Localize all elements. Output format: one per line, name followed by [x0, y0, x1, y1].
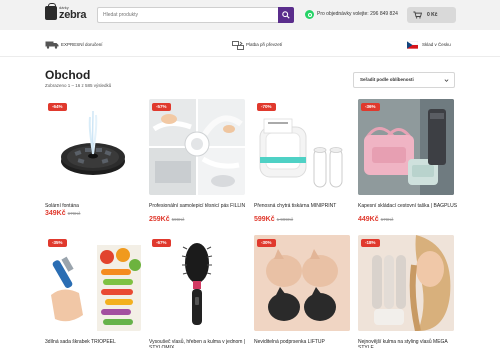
product-name[interactable]: Kapesní skládací cestovní taška | BAGPLU…	[358, 203, 458, 209]
truck-icon	[45, 41, 59, 49]
czech-flag-icon	[407, 41, 418, 49]
whatsapp-icon	[305, 10, 314, 19]
benefit-payment-label: Platba při převzetí	[246, 42, 283, 47]
shopping-bag-icon	[45, 3, 57, 20]
discount-badge: -64%	[48, 103, 67, 111]
old-price: 1 999Kč	[276, 217, 294, 222]
benefit-warehouse-label: Sklad v Česku	[422, 42, 451, 47]
discount-badge: -57%	[152, 103, 171, 111]
sort-label: Seřadit podle oblíbenosti	[360, 77, 414, 82]
product-image[interactable]: -18%	[358, 235, 454, 331]
product-photo	[358, 99, 454, 195]
results-count: Zobrazeno 1 – 16 z 585 výsledků	[45, 83, 112, 88]
sort-select[interactable]: Seřadit podle oblíbenosti	[353, 72, 455, 88]
logo-text: zebra	[59, 9, 87, 21]
product-price: 449Kč 679Kč	[358, 216, 393, 223]
discount-badge: -36%	[361, 103, 380, 111]
page-title: Obchod	[45, 68, 91, 82]
product-name[interactable]: Neviditelná podprsenka LIFTUP	[254, 339, 354, 345]
phone-text: Pro objednávky volejte: 296 849 824	[317, 11, 398, 17]
current-price: 599Kč	[254, 216, 275, 223]
product-photo	[259, 118, 343, 188]
search-bar	[97, 7, 294, 23]
discount-badge: -35%	[48, 239, 67, 247]
product-image[interactable]: -57%	[149, 99, 245, 195]
benefit-delivery-label: EXPRESNÍ doručení	[61, 42, 103, 47]
product-name[interactable]: 3dílná sada škrabek TRIOPEEL	[45, 339, 145, 345]
product-photo	[181, 243, 213, 325]
product-photo	[61, 110, 125, 175]
header-divider	[0, 56, 500, 57]
discount-badge: -18%	[361, 239, 380, 247]
product-price: 349Kč 979Kč	[45, 210, 80, 217]
search-button[interactable]	[278, 7, 294, 23]
discount-badge: -30%	[257, 239, 276, 247]
exchange-icon	[232, 41, 244, 50]
product-image[interactable]: -30%	[254, 235, 350, 331]
cart-icon	[413, 11, 422, 19]
product-photo	[149, 99, 245, 195]
product-photo	[358, 235, 454, 331]
benefits-bar: EXPRESNÍ doručení Platba při převzetí Sk…	[0, 36, 500, 54]
product-photo	[51, 245, 141, 331]
site-logo[interactable]: dárky zebra	[45, 3, 87, 24]
chevron-down-icon	[444, 79, 449, 82]
product-name[interactable]: Přenosná chytrá tiskárna MINIPRINT	[254, 203, 354, 209]
top-header: dárky zebra Pro objednávky volejte: 296 …	[0, 0, 500, 30]
old-price: 679Kč	[380, 217, 394, 222]
product-image[interactable]: -64%	[45, 99, 141, 195]
product-price: 599Kč 1 999Kč	[254, 216, 293, 223]
cart-button[interactable]: 0 Kč	[407, 7, 456, 23]
current-price: 259Kč	[149, 216, 170, 223]
product-image[interactable]: -67%	[149, 235, 245, 331]
product-name[interactable]: Solární fontána	[45, 203, 145, 209]
current-price: 349Kč	[45, 210, 66, 217]
product-name[interactable]: Nejnovější kulma na styling vlasů MEGA S…	[358, 339, 458, 348]
product-image[interactable]: -35%	[45, 235, 141, 331]
discount-badge: -67%	[152, 239, 171, 247]
discount-badge: -70%	[257, 103, 276, 111]
product-image[interactable]: -36%	[358, 99, 454, 195]
old-price: 599Kč	[171, 217, 185, 222]
product-photo	[254, 235, 350, 331]
product-name[interactable]: Profesionální samolepicí těsnicí pás FIL…	[149, 203, 249, 209]
cart-total: 0 Kč	[427, 12, 438, 18]
current-price: 449Kč	[358, 216, 379, 223]
product-name[interactable]: Vysoušeč vlasů, hřeben a kulma v jednom …	[149, 339, 249, 348]
product-price: 259Kč 599Kč	[149, 216, 184, 223]
old-price: 979Kč	[67, 211, 81, 216]
search-input[interactable]	[97, 7, 278, 23]
product-image[interactable]: -70%	[254, 99, 350, 195]
search-icon	[282, 11, 290, 19]
